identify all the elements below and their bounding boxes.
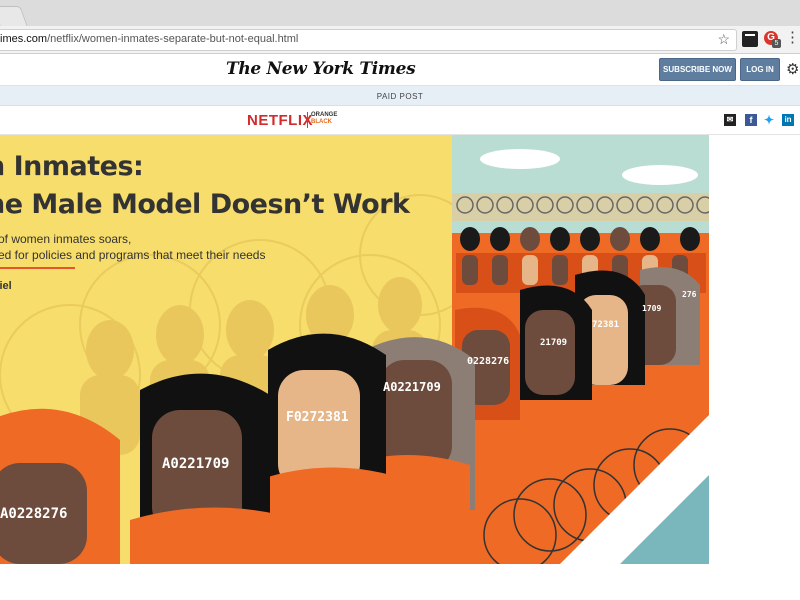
mail-icon[interactable]: ✉ bbox=[724, 114, 736, 126]
paid-post-bar: PAID POST bbox=[0, 86, 800, 106]
tag-a0221709-front: A0221709 bbox=[162, 456, 229, 472]
browser-tab[interactable] bbox=[0, 6, 29, 27]
netflix-logo[interactable]: NETFLIX bbox=[247, 112, 313, 129]
extension-badge-icon[interactable]: G 5 bbox=[764, 31, 781, 48]
address-bar[interactable]: imes.com/netflix/women-inmates-separate-… bbox=[0, 29, 737, 51]
show-logo-line2: BLACK bbox=[311, 119, 332, 125]
show-logo[interactable]: ORANGE BLACK bbox=[307, 112, 345, 128]
extension-badge-count: 5 bbox=[772, 39, 781, 48]
tag-a0221709-grey: A0221709 bbox=[383, 380, 441, 394]
url-domain: imes.com bbox=[0, 33, 48, 45]
tag-a0228276: A0228276 bbox=[0, 506, 67, 522]
extension-icon[interactable] bbox=[742, 31, 758, 47]
article-dek-line2: ed for policies and programs that meet t… bbox=[0, 248, 266, 262]
article-title-line1: n Inmates: bbox=[0, 151, 144, 182]
tag-f0272381: F0272381 bbox=[286, 410, 349, 425]
tag-276: 276 bbox=[682, 290, 697, 299]
gear-icon[interactable]: ⚙ bbox=[786, 60, 799, 78]
title-rule bbox=[0, 267, 75, 269]
tag-1709: 1709 bbox=[642, 304, 661, 313]
tag-72381: 72381 bbox=[592, 320, 619, 330]
linkedin-icon[interactable]: in bbox=[782, 114, 794, 126]
subscribe-button[interactable]: SUBSCRIBE NOW bbox=[659, 58, 736, 81]
tag-21709: 21709 bbox=[540, 338, 567, 348]
url-text[interactable]: imes.com/netflix/women-inmates-separate-… bbox=[0, 33, 298, 45]
browser-tabstrip bbox=[0, 0, 800, 27]
kebab-menu-icon[interactable]: ⋮ bbox=[785, 29, 800, 47]
browser-toolbar: imes.com/netflix/women-inmates-separate-… bbox=[0, 26, 800, 54]
show-logo-line1: ORANGE bbox=[311, 112, 338, 118]
site-header: The New York Times SUBSCRIBE NOW LOG IN … bbox=[0, 54, 800, 86]
hero-illustration: A0228276 A0221709 F0272381 A0221709 0228… bbox=[0, 135, 709, 564]
login-button[interactable]: LOG IN bbox=[740, 58, 780, 81]
article-byline: ziel bbox=[0, 280, 12, 292]
sponsor-bar: NETFLIX ORANGE BLACK ✉ f ✦ in bbox=[0, 106, 800, 135]
site-logo[interactable]: The New York Times bbox=[226, 59, 416, 79]
facebook-icon[interactable]: f bbox=[745, 114, 757, 126]
url-path: /netflix/women-inmates-separate-but-not-… bbox=[47, 33, 299, 45]
paid-post-label: PAID POST bbox=[376, 92, 424, 101]
tag-0228276: 0228276 bbox=[467, 356, 509, 367]
article-dek-line1: of women inmates soars, bbox=[0, 232, 132, 246]
bookmark-star-icon[interactable]: ☆ bbox=[717, 31, 730, 48]
twitter-icon[interactable]: ✦ bbox=[763, 114, 775, 126]
article-title-line2: he Male Model Doesn’t Work bbox=[0, 189, 410, 220]
